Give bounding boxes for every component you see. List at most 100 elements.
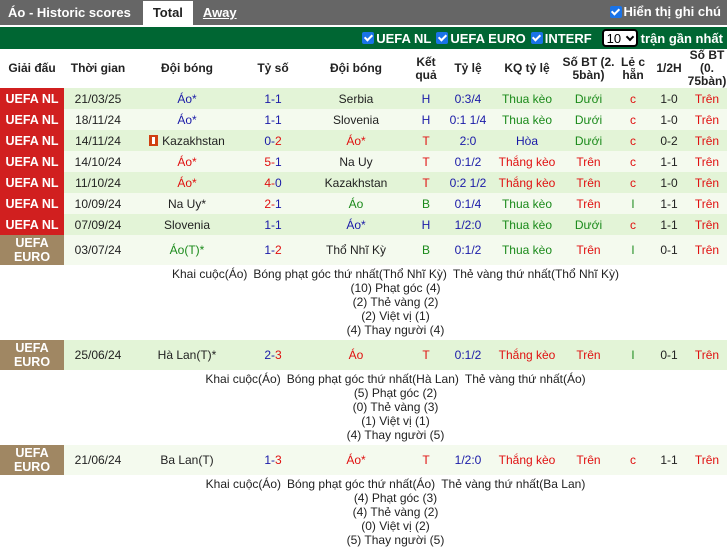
match-row: UEFA NL 21/03/25 Áo* 1-1 Serbia H 0:3/4 Thua kè…: [0, 88, 727, 109]
away-team[interactable]: Thổ Nhĩ Kỳ: [304, 235, 408, 265]
home-team-name[interactable]: Hà Lan(T)*: [158, 348, 217, 362]
away-team[interactable]: Áo: [304, 340, 408, 370]
home-team[interactable]: Áo*: [132, 88, 242, 109]
match-details-row: Khai cuộc(Áo) Bóng phạt góc thứ nhất(Thổ …: [0, 265, 727, 340]
odds-result: Thua kèo: [492, 88, 562, 109]
odds: 0:1/4: [444, 193, 492, 214]
details-firsts: Khai cuộc(Áo) Bóng phạt góc thứ nhất(Hà L…: [64, 372, 727, 386]
odds-result: Thua kèo: [492, 109, 562, 130]
half-time-score: 0-1: [651, 340, 687, 370]
home-team-name[interactable]: Áo*: [177, 176, 196, 190]
home-team-name[interactable]: Ba Lan(T): [160, 453, 213, 467]
checkbox-checked-icon[interactable]: [436, 32, 449, 44]
away-team[interactable]: Na Uy: [304, 151, 408, 172]
home-team-name[interactable]: Kazakhstan: [162, 134, 225, 148]
checkbox-checked-icon[interactable]: [530, 32, 543, 44]
over-under-075: Trên: [687, 214, 727, 235]
show-notes-toggle[interactable]: Hiển thị ghi chú: [609, 4, 722, 19]
first-yellow: Thẻ vàng thứ nhất(Ba Lan): [441, 477, 586, 491]
home-team[interactable]: Áo*: [132, 151, 242, 172]
home-team-name[interactable]: Áo(T)*: [170, 243, 205, 257]
tab-away[interactable]: Away: [193, 1, 247, 25]
filter-uefa-euro[interactable]: UEFA EURO: [436, 31, 526, 46]
home-team-name[interactable]: Áo*: [177, 113, 196, 127]
league-badge[interactable]: UEFA EURO: [0, 445, 64, 475]
score[interactable]: 1-1: [242, 88, 304, 109]
score[interactable]: 2-3: [242, 340, 304, 370]
home-team[interactable]: Áo*: [132, 172, 242, 193]
score[interactable]: 1-1: [242, 214, 304, 235]
home-team[interactable]: Na Uy*: [132, 193, 242, 214]
filter-interf[interactable]: INTERF: [530, 31, 592, 46]
tab-total[interactable]: Total: [142, 1, 193, 25]
substitutions-stat: (4) Thay người (4): [346, 323, 445, 337]
home-team[interactable]: Áo*: [132, 109, 242, 130]
league-badge[interactable]: UEFA NL: [0, 88, 64, 109]
score-away: 3: [275, 453, 282, 467]
show-notes-label: Hiển thị ghi chú: [623, 4, 722, 19]
checkbox-checked-icon[interactable]: [609, 5, 622, 18]
col-odds-result: KQ tỷ lệ: [492, 49, 562, 88]
over-under-25: Dưới: [562, 214, 615, 235]
league-badge[interactable]: UEFA NL: [0, 172, 64, 193]
score[interactable]: 1-1: [242, 109, 304, 130]
odds-result: Thua kèo: [492, 214, 562, 235]
match-details-row: Khai cuộc(Áo) Bóng phạt góc thứ nhất(Hà L…: [0, 370, 727, 445]
score[interactable]: 5-1: [242, 151, 304, 172]
checkbox-checked-icon[interactable]: [362, 32, 375, 44]
score[interactable]: 1-3: [242, 445, 304, 475]
league-badge[interactable]: UEFA NL: [0, 193, 64, 214]
match-row: UEFA NL 14/11/24 Kazakhstan 0-2 Áo* T 2:0 Hòa Dư…: [0, 130, 727, 151]
recent-count-select[interactable]: 10: [601, 29, 638, 47]
kickoff-team: Khai cuộc(Áo): [205, 372, 281, 386]
home-team[interactable]: Hà Lan(T)*: [132, 340, 242, 370]
odds: 0:1 1/4: [444, 109, 492, 130]
filter-uefa-nl[interactable]: UEFA NL: [362, 31, 431, 46]
home-team[interactable]: Áo(T)*: [132, 235, 242, 265]
score-home: 2: [264, 348, 271, 362]
league-badge[interactable]: UEFA EURO: [0, 235, 64, 265]
match-result: B: [408, 235, 444, 265]
home-team[interactable]: Kazakhstan: [132, 130, 242, 151]
league-badge[interactable]: UEFA EURO: [0, 340, 64, 370]
over-under-075: Trên: [687, 340, 727, 370]
over-under-25: Trên: [562, 193, 615, 214]
home-team-name[interactable]: Áo*: [177, 92, 196, 106]
col-over-under-25: Số BT (2. 5bàn): [562, 49, 615, 88]
away-team[interactable]: Serbia: [304, 88, 408, 109]
score[interactable]: 4-0: [242, 172, 304, 193]
home-team[interactable]: Ba Lan(T): [132, 445, 242, 475]
away-team[interactable]: Slovenia: [304, 109, 408, 130]
score[interactable]: 1-2: [242, 235, 304, 265]
away-team[interactable]: Áo*: [304, 130, 408, 151]
league-badge[interactable]: UEFA NL: [0, 151, 64, 172]
home-team-name[interactable]: Na Uy*: [168, 197, 206, 211]
odds: 0:1/2: [444, 235, 492, 265]
score[interactable]: 0-2: [242, 130, 304, 151]
col-odd-even: Lẻ c hẵn: [615, 49, 651, 88]
away-team[interactable]: Áo: [304, 193, 408, 214]
match-row: UEFA EURO 21/06/24 Ba Lan(T) 1-3 Áo* T 1/2:0 Th…: [0, 445, 727, 475]
away-team[interactable]: Kazakhstan: [304, 172, 408, 193]
home-team-name[interactable]: Áo*: [177, 155, 196, 169]
over-under-25: Trên: [562, 445, 615, 475]
score-away: 1: [275, 154, 282, 169]
over-under-075: Trên: [687, 109, 727, 130]
odd-even: l: [615, 235, 651, 265]
match-result: H: [408, 88, 444, 109]
home-team[interactable]: Slovenia: [132, 214, 242, 235]
odds-result: Thắng kèo: [492, 340, 562, 370]
first-yellow: Thẻ vàng thứ nhất(Áo): [464, 372, 586, 386]
away-team[interactable]: Áo*: [304, 214, 408, 235]
score-home: 1: [264, 112, 271, 127]
score-away: 1: [275, 196, 282, 211]
league-badge[interactable]: UEFA NL: [0, 109, 64, 130]
home-team-name[interactable]: Slovenia: [164, 218, 210, 232]
score-home: 1: [264, 243, 271, 257]
substitutions-stat: (5) Thay người (5): [346, 533, 445, 547]
league-badge[interactable]: UEFA NL: [0, 214, 64, 235]
score[interactable]: 2-1: [242, 193, 304, 214]
league-badge[interactable]: UEFA NL: [0, 130, 64, 151]
top-bar: Áo - Historic scores Total Away Hiển thị…: [0, 0, 727, 25]
away-team[interactable]: Áo*: [304, 445, 408, 475]
